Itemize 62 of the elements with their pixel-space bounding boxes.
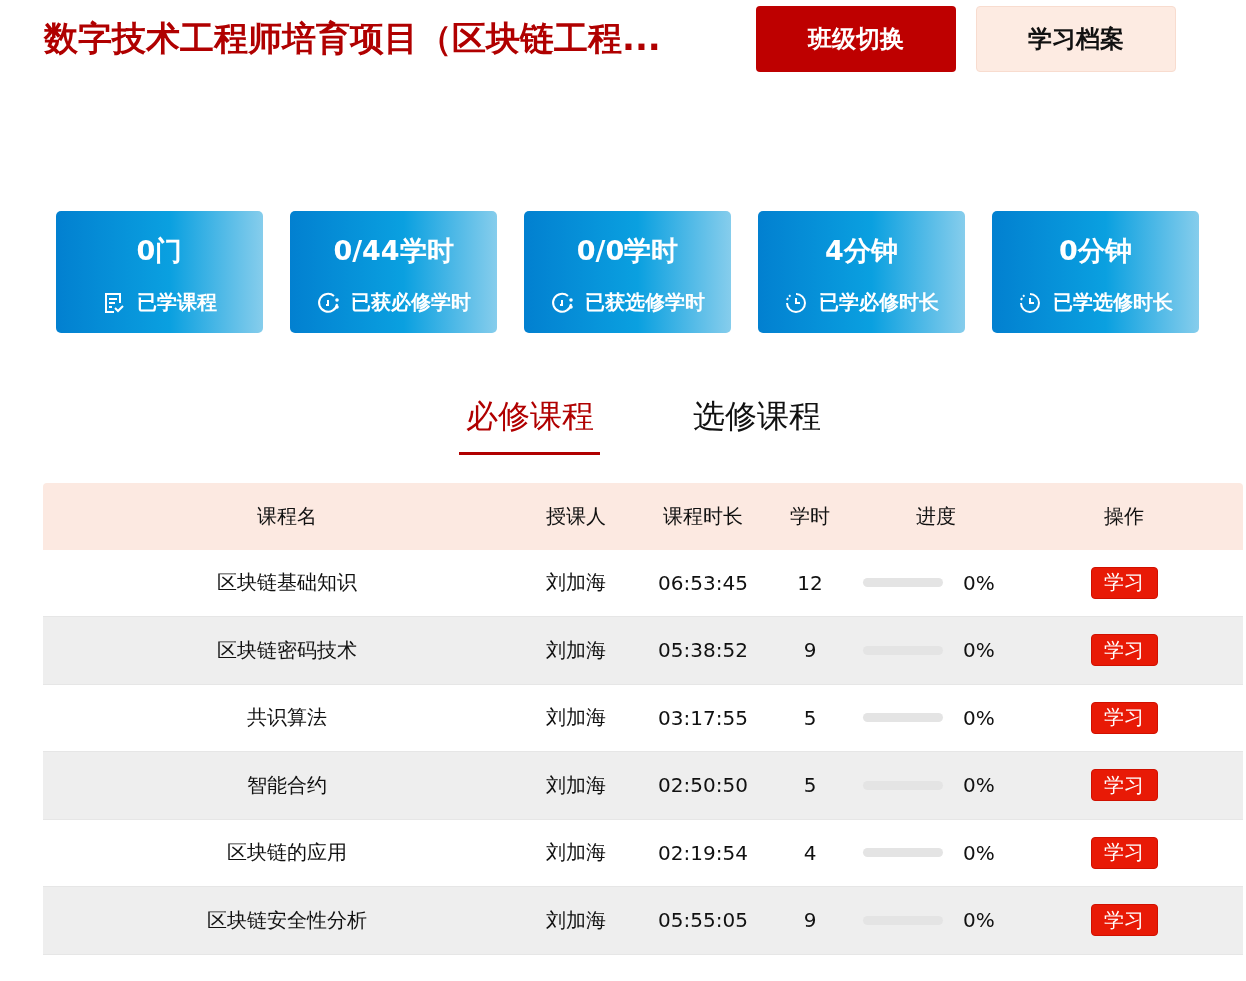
switch-class-button[interactable]: 班级切换 (756, 6, 956, 72)
course-hours: 5 (802, 773, 818, 798)
course-hours: 9 (802, 908, 818, 933)
course-tab[interactable]: 选修课程 (686, 393, 827, 455)
teacher-name: 刘加海 (545, 569, 607, 597)
teacher-name: 刘加海 (545, 704, 607, 732)
course-duration: 05:38:52 (657, 638, 749, 663)
course-name: 区块链基础知识 (216, 569, 358, 597)
study-button[interactable]: 学习 (1090, 701, 1158, 734)
course-duration: 02:19:54 (657, 840, 749, 865)
learning-record-button[interactable]: 学习档案 (976, 6, 1176, 72)
progress-percent: 0% (963, 840, 995, 865)
page-title: 数字技术工程师培育项目（区块链工程... (44, 17, 662, 60)
study-button[interactable]: 学习 (1090, 634, 1158, 667)
teacher-name: 刘加海 (545, 771, 607, 799)
progress-percent: 0% (963, 705, 995, 730)
course-name: 区块链安全性分析 (206, 906, 368, 934)
column-header: 授课人 (545, 502, 607, 530)
stat-label: 已学必修时长 (818, 289, 939, 316)
course-duration: 05:55:05 (657, 908, 749, 933)
course-name: 智能合约 (246, 771, 328, 799)
column-header: 进度 (915, 502, 957, 530)
course-hours: 9 (802, 638, 818, 663)
study-button[interactable]: 学习 (1090, 836, 1158, 869)
stat-value: 0/44学时 (333, 234, 454, 268)
column-header: 课程名 (256, 502, 318, 530)
course-name: 区块链密码技术 (216, 636, 358, 664)
stat-label: 已学课程 (136, 289, 217, 316)
clock-icon (784, 291, 807, 314)
clock-icon (1018, 291, 1041, 314)
course-name: 共识算法 (246, 704, 328, 732)
checklist-icon (102, 291, 125, 314)
course-tab[interactable]: 必修课程 (459, 393, 600, 455)
stat-value: 0分钟 (1059, 234, 1132, 268)
teacher-name: 刘加海 (545, 839, 607, 867)
column-header: 操作 (1103, 502, 1145, 530)
course-hours: 5 (802, 705, 818, 730)
stat-value: 0/0学时 (576, 234, 679, 268)
study-button[interactable]: 学习 (1090, 566, 1158, 599)
progress-percent: 0% (963, 638, 995, 663)
timer-icon (550, 291, 573, 314)
progress-percent: 0% (963, 908, 995, 933)
progress-percent: 0% (963, 773, 995, 798)
course-hours: 12 (796, 570, 824, 595)
stat-label: 已获选修学时 (584, 289, 705, 316)
course-name: 区块链的应用 (226, 839, 348, 867)
stat-value: 4分钟 (825, 234, 898, 268)
course-duration: 03:17:55 (657, 705, 749, 730)
course-hours: 4 (802, 840, 818, 865)
timer-icon (316, 291, 339, 314)
progress-percent: 0% (963, 570, 995, 595)
teacher-name: 刘加海 (545, 636, 607, 664)
course-duration: 06:53:45 (657, 570, 749, 595)
column-header: 学时 (789, 502, 831, 530)
column-header: 课程时长 (662, 502, 744, 530)
course-duration: 02:50:50 (657, 773, 749, 798)
stat-label: 已获必修学时 (350, 289, 471, 316)
stat-value: 0门 (136, 234, 183, 268)
teacher-name: 刘加海 (545, 906, 607, 934)
study-button[interactable]: 学习 (1090, 769, 1158, 802)
study-button[interactable]: 学习 (1090, 904, 1158, 937)
stat-label: 已学选修时长 (1052, 289, 1173, 316)
